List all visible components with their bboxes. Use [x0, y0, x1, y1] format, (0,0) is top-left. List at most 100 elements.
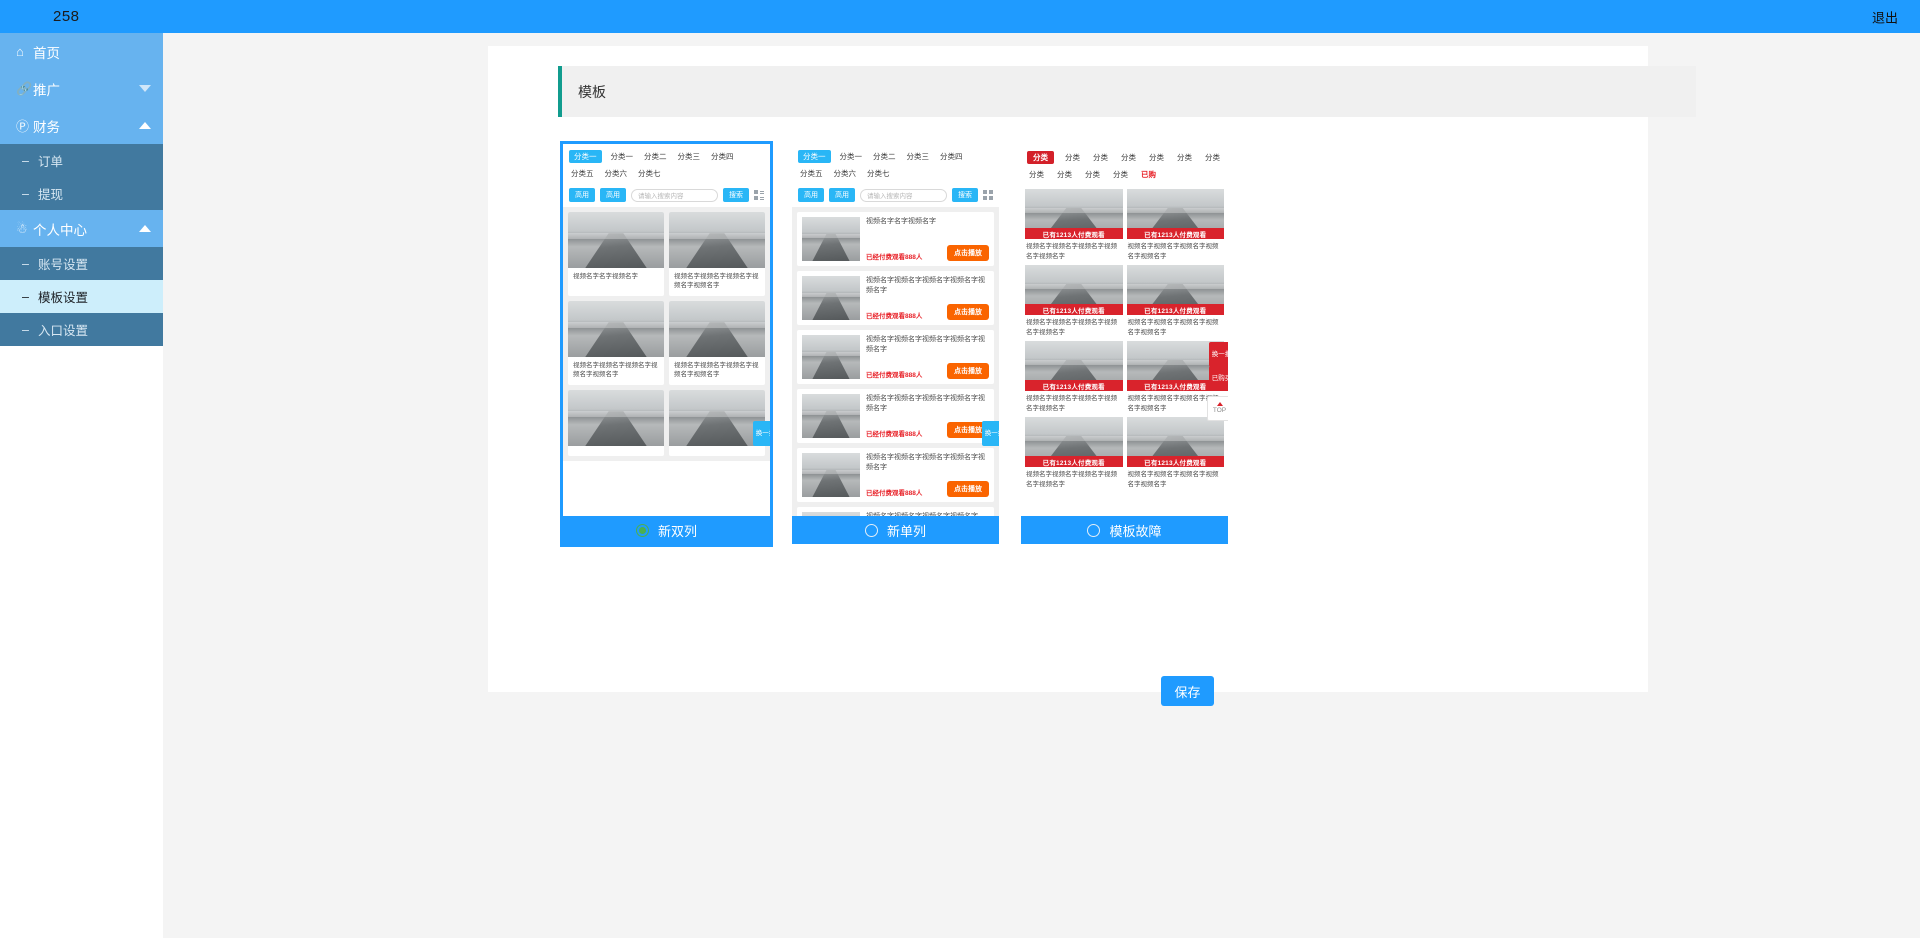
category-tab[interactable]: 分类 [1119, 151, 1138, 164]
filter-pill[interactable]: 高用 [600, 188, 626, 202]
sidebar-item-withdraw[interactable]: – 提现 [0, 177, 163, 210]
list-item[interactable]: 视频名字视频名字视频名字视频名字视频名字 已经付费观看888人 点击播放 [797, 330, 994, 384]
template-select-footer[interactable]: 新单列 [792, 516, 999, 544]
video-caption: 视频名字视频名字视频名字视频名字视频名字 [1025, 315, 1123, 337]
video-caption: 视频名字视频名字视频名字视频名字视频名字 [1127, 239, 1225, 261]
video-card[interactable]: 已有1213人付费观看 视频名字视频名字视频名字视频名字视频名字 [1025, 189, 1123, 261]
logout-button[interactable]: 退出 [1872, 7, 1898, 26]
sidebar-item-finance[interactable]: Ⓟ 财务 [0, 107, 163, 144]
refresh-batch-badge[interactable]: 换一批 [753, 421, 770, 446]
category-tab[interactable]: 分类六 [603, 167, 630, 180]
sidebar-item-account-settings[interactable]: – 账号设置 [0, 247, 163, 280]
filter-pill[interactable]: 高用 [829, 188, 855, 202]
category-tab[interactable]: 分类六 [832, 167, 859, 180]
video-caption: 视频名字视频名字视频名字视频名字视频名字 [1127, 315, 1225, 337]
video-card[interactable]: 已有1213人付费观看 视频名字视频名字视频名字视频名字视频名字 [1025, 265, 1123, 337]
video-card[interactable]: 视频名字视频名字视频名字视频名字视频名字 [669, 212, 765, 296]
template-select-footer[interactable]: 模板故障 [1021, 516, 1228, 544]
template-card-single-column[interactable]: 分类一 分类一 分类二 分类三 分类四 分类五 分类六 分类七 高用 高用 请输… [792, 144, 999, 544]
template-name: 模板故障 [1109, 521, 1161, 540]
video-card[interactable]: 已有1213人付费观看 视频名字视频名字视频名字视频名字视频名字 [1025, 417, 1123, 489]
home-icon: ⌂ [16, 44, 33, 59]
category-tab[interactable]: 分类 [1091, 151, 1110, 164]
paid-views-banner: 已有1213人付费观看 [1025, 304, 1123, 315]
play-button[interactable]: 点击播放 [947, 245, 989, 261]
refresh-batch-badge[interactable]: 换一批 [982, 421, 999, 446]
filter-pill[interactable]: 高用 [569, 188, 595, 202]
video-grid: 已有1213人付费观看 视频名字视频名字视频名字视频名字视频名字 已有1213人… [1021, 185, 1228, 493]
category-tab[interactable]: 分类一 [609, 150, 636, 163]
search-button[interactable]: 搜索 [723, 188, 749, 202]
video-card[interactable]: 视频名字视频名字视频名字视频名字视频名字 [568, 301, 664, 385]
video-card[interactable] [568, 390, 664, 456]
top-label: TOP [1213, 407, 1226, 415]
play-button[interactable]: 点击播放 [947, 304, 989, 320]
list-item[interactable]: 视频名字视频名字视频名字视频名字视频名字 已经付费观看888人 点击播放 [797, 448, 994, 502]
category-tab[interactable]: 分类一 [798, 150, 831, 163]
radio-button-selected[interactable] [636, 524, 649, 537]
category-tab[interactable]: 分类二 [642, 150, 669, 163]
purchased-badge[interactable]: 已购买 [1209, 366, 1228, 391]
video-card[interactable]: 已有1213人付费观看 视频名字视频名字视频名字视频名字视频名字 [1127, 417, 1225, 489]
list-item[interactable]: 视频名字名字视频名字 已经付费观看888人 点击播放 [797, 212, 994, 266]
category-tab[interactable]: 分类一 [838, 150, 865, 163]
video-card[interactable]: 已有1213人付费观看 视频名字视频名字视频名字视频名字视频名字 [1127, 265, 1225, 337]
video-card[interactable]: 视频名字视频名字视频名字视频名字视频名字 [669, 301, 765, 385]
list-item[interactable]: 视频名字视频名字视频名字视频名字视频名字 已经付费观看888人 点击播放 [797, 271, 994, 325]
radio-button[interactable] [865, 524, 878, 537]
template-card-double-column[interactable]: 分类一 分类一 分类二 分类三 分类四 分类五 分类六 分类七 高用 高用 请输… [563, 144, 770, 544]
video-card[interactable]: 已有1213人付费观看 视频名字视频名字视频名字视频名字视频名字 [1025, 341, 1123, 413]
category-tab[interactable]: 分类 [1175, 151, 1194, 164]
sidebar-item-entrance-settings[interactable]: – 入口设置 [0, 313, 163, 346]
play-button[interactable]: 点击播放 [947, 363, 989, 379]
video-card[interactable]: 已有1213人付费观看 视频名字视频名字视频名字视频名字视频名字 [1127, 189, 1225, 261]
category-tab[interactable]: 分类 [1027, 151, 1054, 164]
arrow-up-icon [1217, 402, 1223, 406]
template-card-fault[interactable]: 分类 分类 分类 分类 分类 分类 分类 分类 分类 分类 分类 已购 [1021, 144, 1228, 544]
category-tab[interactable]: 分类七 [865, 167, 892, 180]
sidebar-item-promotion[interactable]: 🔗 推广 [0, 70, 163, 107]
category-tab[interactable]: 分类五 [569, 167, 596, 180]
category-tab-purchased[interactable]: 已购 [1139, 168, 1158, 181]
paid-views-banner: 已有1213人付费观看 [1127, 228, 1225, 239]
category-tab[interactable]: 分类 [1055, 168, 1074, 181]
category-tab[interactable]: 分类七 [636, 167, 663, 180]
category-tab[interactable]: 分类四 [938, 150, 965, 163]
grid-view-icon[interactable] [983, 190, 993, 200]
refresh-batch-badge[interactable]: 换一批 [1209, 342, 1228, 367]
save-button[interactable]: 保存 [1161, 676, 1214, 706]
category-tab[interactable]: 分类 [1083, 168, 1102, 181]
search-input[interactable]: 请输入搜索内容 [860, 189, 947, 202]
category-tabs: 分类 分类 分类 分类 分类 分类 分类 分类 分类 分类 分类 已购 [1021, 144, 1228, 185]
category-tab[interactable]: 分类 [1063, 151, 1082, 164]
category-tabs: 分类一 分类一 分类二 分类三 分类四 分类五 分类六 分类七 [563, 144, 770, 184]
category-tab[interactable]: 分类 [1027, 168, 1046, 181]
template-select-footer[interactable]: 新双列 [563, 516, 770, 544]
search-input[interactable]: 请输入搜索内容 [631, 189, 718, 202]
category-tab[interactable]: 分类 [1111, 168, 1130, 181]
video-card[interactable]: 视频名字名字视频名字 [568, 212, 664, 296]
category-tab[interactable]: 分类三 [905, 150, 932, 163]
sidebar-item-home[interactable]: ⌂ 首页 [0, 33, 163, 70]
list-view-icon[interactable] [754, 190, 764, 200]
category-tab[interactable]: 分类 [1203, 151, 1222, 164]
list-item[interactable]: 视频名字视频名字视频名字视频名字视频名字 已经付费观看888人 点击播放 [797, 389, 994, 443]
play-button[interactable]: 点击播放 [947, 481, 989, 497]
sidebar-item-orders[interactable]: – 订单 [0, 144, 163, 177]
category-tab[interactable]: 分类 [1147, 151, 1166, 164]
search-button[interactable]: 搜索 [952, 188, 978, 202]
video-thumbnail [669, 301, 765, 357]
filter-pill[interactable]: 高用 [798, 188, 824, 202]
category-tab[interactable]: 分类二 [871, 150, 898, 163]
video-card[interactable] [669, 390, 765, 456]
sidebar-item-personal-center[interactable]: ☃ 个人中心 [0, 210, 163, 247]
list-item[interactable]: 视频名字视频名字视频名字视频名字 [797, 507, 994, 516]
category-tab[interactable]: 分类一 [569, 150, 602, 163]
back-to-top-button[interactable]: TOP [1207, 396, 1228, 421]
paid-views-banner: 已有1213人付费观看 [1025, 228, 1123, 239]
category-tab[interactable]: 分类五 [798, 167, 825, 180]
sidebar-item-template-settings[interactable]: – 模板设置 [0, 280, 163, 313]
category-tab[interactable]: 分类三 [676, 150, 703, 163]
category-tab[interactable]: 分类四 [709, 150, 736, 163]
radio-button[interactable] [1087, 524, 1100, 537]
